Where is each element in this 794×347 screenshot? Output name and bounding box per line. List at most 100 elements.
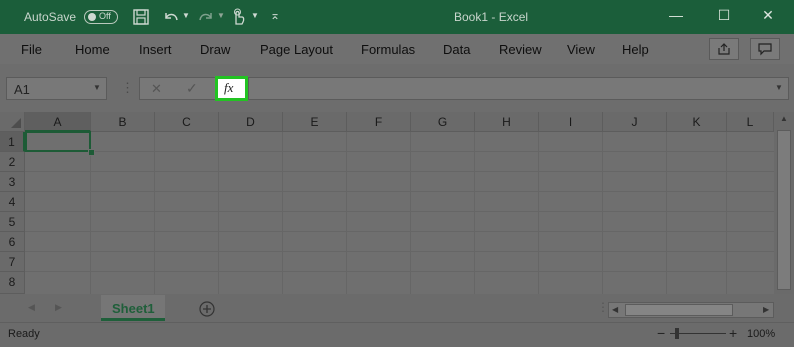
menu-file[interactable]: File: [21, 42, 42, 57]
scroll-right-icon[interactable]: ▶: [763, 305, 769, 314]
worksheet-grid[interactable]: A B C D E F G H I J K L 1 2 3 4 5 6 7 8: [0, 112, 774, 294]
menu-home[interactable]: Home: [75, 42, 110, 57]
minimize-button[interactable]: —: [666, 7, 686, 23]
sheet-tab-sheet1[interactable]: Sheet1: [101, 295, 165, 321]
column-header-k[interactable]: K: [667, 112, 727, 132]
fx-icon: fx: [224, 80, 234, 95]
row-header-6[interactable]: 6: [0, 232, 25, 252]
row-header-2[interactable]: 2: [0, 152, 25, 172]
select-all-corner[interactable]: [0, 112, 25, 132]
redo-dropdown-icon[interactable]: ▼: [217, 11, 225, 20]
h-scroll-thumb[interactable]: [625, 304, 733, 316]
column-header-b[interactable]: B: [91, 112, 155, 132]
chevron-down-icon[interactable]: ▼: [93, 83, 101, 92]
column-header-j[interactable]: J: [603, 112, 667, 132]
active-cell-a1[interactable]: [25, 131, 91, 152]
column-header-l[interactable]: L: [727, 112, 774, 132]
row-header-7[interactable]: 7: [0, 252, 25, 272]
row-header-1[interactable]: 1: [0, 132, 25, 152]
formula-input[interactable]: ▼: [248, 77, 789, 100]
touch-mode-dropdown-icon[interactable]: ▼: [251, 11, 259, 20]
undo-dropdown-icon[interactable]: ▼: [182, 11, 190, 20]
add-sheet-button[interactable]: [199, 301, 215, 317]
customize-toolbar-icon[interactable]: ⌅: [270, 8, 280, 22]
comment-icon: [758, 43, 772, 56]
grid-line: [25, 271, 774, 272]
scroll-left-icon[interactable]: ◀: [612, 305, 618, 314]
grid-line: [410, 132, 411, 294]
formula-buttons: ✕ ✓: [139, 77, 215, 100]
zoom-level[interactable]: 100%: [747, 328, 775, 340]
grid-line: [25, 231, 774, 232]
zoom-slider-thumb[interactable]: [675, 328, 679, 339]
grid-line: [25, 151, 774, 152]
autosave-toggle[interactable]: Off: [84, 10, 118, 24]
column-header-c[interactable]: C: [155, 112, 219, 132]
grid-line: [25, 251, 774, 252]
grid-line: [602, 132, 603, 294]
fill-handle[interactable]: [88, 149, 95, 156]
row-header-8[interactable]: 8: [0, 272, 25, 294]
undo-icon[interactable]: [162, 9, 180, 25]
comments-button[interactable]: [750, 38, 780, 60]
column-header-d[interactable]: D: [219, 112, 283, 132]
plus-circle-icon: [199, 301, 215, 317]
grid-line: [154, 132, 155, 294]
column-header-i[interactable]: I: [539, 112, 603, 132]
close-button[interactable]: ✕: [758, 7, 778, 24]
column-header-f[interactable]: F: [347, 112, 411, 132]
zoom-in-icon[interactable]: +: [729, 325, 737, 341]
column-header-g[interactable]: G: [411, 112, 475, 132]
title-bar: AutoSave Off ▼ ▼ ▼ ⌅ Book1 - Excel — ☐ ✕: [0, 0, 794, 34]
share-icon: [718, 43, 730, 55]
save-icon[interactable]: [133, 9, 149, 25]
horizontal-scrollbar[interactable]: ◀ ▶: [608, 302, 774, 318]
cancel-icon[interactable]: ✕: [151, 81, 162, 97]
row-header-5[interactable]: 5: [0, 212, 25, 232]
name-box[interactable]: A1 ▼: [6, 77, 107, 100]
maximize-button[interactable]: ☐: [714, 7, 734, 24]
touch-mode-icon[interactable]: [230, 8, 246, 26]
expand-formula-icon[interactable]: ▼: [775, 83, 783, 92]
insert-function-button[interactable]: fx: [215, 76, 248, 101]
grid-line: [538, 132, 539, 294]
prev-sheet-icon[interactable]: ◀: [28, 302, 35, 313]
menu-review[interactable]: Review: [499, 42, 542, 57]
menu-draw[interactable]: Draw: [200, 42, 230, 57]
column-header-a[interactable]: A: [25, 112, 91, 132]
grid-line: [218, 132, 219, 294]
grid-line: [726, 132, 727, 294]
grid-line: [25, 171, 774, 172]
grid-line: [25, 211, 774, 212]
enter-check-icon[interactable]: ✓: [186, 80, 198, 97]
grid-line: [474, 132, 475, 294]
window-title: Book1 - Excel: [454, 10, 529, 24]
toggle-knob: [88, 13, 96, 21]
column-header-e[interactable]: E: [283, 112, 347, 132]
menu-view[interactable]: View: [567, 42, 595, 57]
zoom-out-icon[interactable]: −: [657, 325, 665, 341]
row-header-4[interactable]: 4: [0, 192, 25, 212]
next-sheet-icon[interactable]: ▶: [55, 302, 62, 313]
vertical-scrollbar[interactable]: ▲: [774, 112, 794, 294]
grid-line: [282, 132, 283, 294]
menu-insert[interactable]: Insert: [139, 42, 172, 57]
autosave-label: AutoSave: [24, 10, 77, 24]
grid-line: [666, 132, 667, 294]
grid-line: [346, 132, 347, 294]
share-button[interactable]: [709, 38, 739, 60]
menu-help[interactable]: Help: [622, 42, 649, 57]
drag-handle-icon[interactable]: ⋮: [121, 80, 134, 96]
menu-data[interactable]: Data: [443, 42, 470, 57]
menu-page-layout[interactable]: Page Layout: [260, 42, 333, 57]
status-text: Ready: [8, 328, 40, 340]
scroll-up-icon[interactable]: ▲: [780, 114, 788, 123]
row-header-3[interactable]: 3: [0, 172, 25, 192]
autosave-state: Off: [99, 11, 111, 21]
redo-icon[interactable]: [197, 9, 215, 25]
sheet-tab-label: Sheet1: [112, 301, 155, 316]
grid-line: [25, 191, 774, 192]
scroll-thumb[interactable]: [777, 130, 791, 290]
menu-formulas[interactable]: Formulas: [361, 42, 415, 57]
column-header-h[interactable]: H: [475, 112, 539, 132]
